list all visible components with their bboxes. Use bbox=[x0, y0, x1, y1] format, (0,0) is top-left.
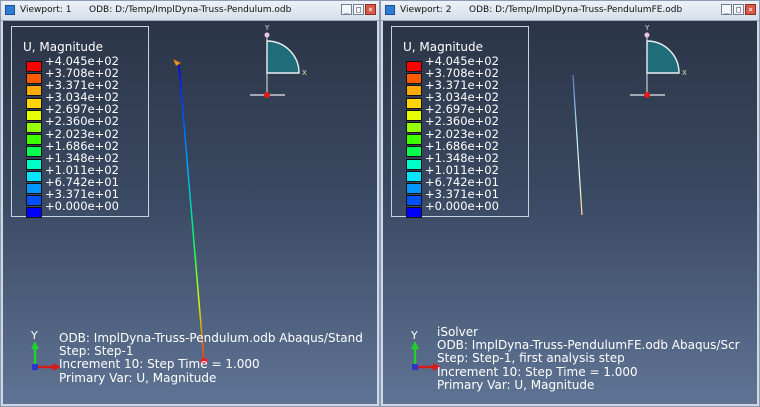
view-orientation-indicator: Y X bbox=[250, 24, 307, 98]
viewport-2-canvas[interactable]: U, Magnitude +4.045e+02 +3.708e+02 +3.371e… bbox=[383, 21, 757, 404]
orientation-x-label: X bbox=[682, 69, 687, 77]
truss-element bbox=[178, 64, 205, 362]
viewport-2-window[interactable]: Viewport: 2 ODB: D:/Temp/ImplDyna-Truss-… bbox=[380, 0, 760, 407]
viewport-icon bbox=[5, 5, 15, 15]
orientation-top-node bbox=[644, 32, 650, 38]
view-orientation-indicator: Y X bbox=[630, 24, 687, 98]
viewport-1-titlebar[interactable]: Viewport: 1 ODB: D:/Temp/ImplDyna-Truss-… bbox=[1, 1, 379, 21]
pin-support-icon bbox=[172, 58, 182, 67]
minimize-button[interactable]: _ bbox=[721, 4, 732, 15]
truss-element bbox=[572, 74, 583, 216]
orientation-y-label: Y bbox=[644, 24, 650, 32]
info-line: Increment 10: Step Time = 1.000 bbox=[59, 357, 260, 372]
orientation-x-label: X bbox=[302, 69, 307, 77]
odb-path-title: ODB: D:/Temp/ImplDyna-Truss-PendulumFE.o… bbox=[469, 5, 683, 15]
viewport-1-window[interactable]: Viewport: 1 ODB: D:/Temp/ImplDyna-Truss-… bbox=[0, 0, 380, 407]
analysis-info-block: iSolver ODB: ImplDyna-Truss-PendulumFE.o… bbox=[437, 325, 740, 392]
orientation-quadrant-icon bbox=[266, 40, 300, 74]
minimize-button[interactable]: _ bbox=[341, 4, 352, 15]
odb-path-title: ODB: D:/Temp/ImplDyna-Truss-Pendulum.odb bbox=[89, 5, 292, 15]
window-controls: _ □ × bbox=[720, 4, 756, 15]
orientation-origin-node bbox=[264, 92, 270, 98]
orientation-origin-node bbox=[644, 92, 650, 98]
viewport-title: Viewport: 2 bbox=[400, 5, 452, 15]
viewport-2-titlebar[interactable]: Viewport: 2 ODB: D:/Temp/ImplDyna-Truss-… bbox=[381, 1, 759, 21]
info-line: Step: Step-1, first analysis step bbox=[437, 351, 625, 366]
orientation-y-label: Y bbox=[264, 24, 270, 32]
info-line: Increment 10: Step Time = 1.000 bbox=[437, 364, 638, 379]
analysis-info-block: ODB: ImplDyna-Truss-Pendulum.odb Abaqus/… bbox=[59, 331, 363, 385]
orientation-quadrant-icon bbox=[646, 40, 680, 74]
maximize-button[interactable]: □ bbox=[353, 4, 364, 15]
orientation-top-node bbox=[264, 32, 270, 38]
close-button[interactable]: × bbox=[745, 4, 756, 15]
viewport-title: Viewport: 1 bbox=[20, 5, 72, 15]
close-button[interactable]: × bbox=[365, 4, 376, 15]
info-line: Primary Var: U, Magnitude bbox=[437, 377, 595, 392]
viewport-icon bbox=[385, 5, 395, 15]
maximize-button[interactable]: □ bbox=[733, 4, 744, 15]
viewport-1-canvas[interactable]: U, Magnitude +4.045e+02 +3.708e+02 +3.371e… bbox=[3, 21, 377, 404]
info-line: Primary Var: U, Magnitude bbox=[59, 370, 217, 385]
window-controls: _ □ × bbox=[340, 4, 376, 15]
